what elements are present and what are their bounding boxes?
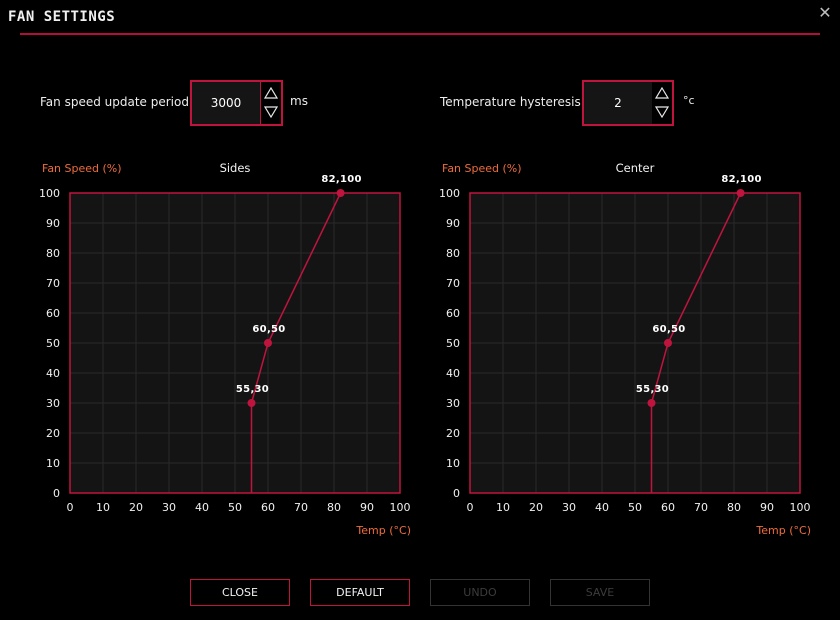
curve-point-label: 55,30 [636, 384, 669, 395]
x-tick-label: 20 [529, 501, 543, 514]
close-button[interactable]: CLOSE [190, 579, 290, 606]
curve-point [264, 339, 272, 347]
curve-point [336, 189, 345, 197]
y-tick-label: 70 [46, 277, 60, 290]
x-tick-label: 100 [790, 501, 811, 514]
y-tick-label: 90 [46, 217, 60, 230]
y-tick-label: 100 [439, 187, 460, 200]
x-axis-label: Temp (°C) [355, 524, 411, 537]
y-axis-label: Fan Speed (%) [442, 162, 522, 175]
x-tick-label: 0 [67, 501, 74, 514]
save-button[interactable]: SAVE [550, 579, 650, 606]
x-tick-label: 30 [162, 501, 176, 514]
chart-center: 0 10 20 30 40 50 60 70 80 90 100 0 10 20 30 40 50 60 70 80 9… [439, 161, 811, 537]
x-tick-label: 20 [129, 501, 143, 514]
x-tick-label: 100 [390, 501, 411, 514]
x-tick-label: 70 [294, 501, 308, 514]
curve-point-label: 60,50 [252, 324, 285, 335]
y-tick-label: 80 [46, 247, 60, 260]
default-button[interactable]: DEFAULT [310, 579, 410, 606]
x-axis-label: Temp (°C) [755, 524, 811, 537]
y-tick-label: 30 [446, 397, 460, 410]
x-tick-label: 0 [467, 501, 474, 514]
x-tick-label: 10 [96, 501, 110, 514]
curve-point [647, 399, 656, 407]
curve-point [664, 339, 672, 347]
y-tick-label: 50 [446, 337, 460, 350]
y-tick-label: 60 [446, 307, 460, 320]
y-axis-label: Fan Speed (%) [42, 162, 122, 175]
y-tick-label: 90 [446, 217, 460, 230]
y-tick-label: 20 [46, 427, 60, 440]
y-tick-label: 40 [446, 367, 460, 380]
curve-point-label: 82,100 [721, 174, 761, 185]
chart-title: Sides [220, 161, 251, 175]
curve-point-label: 60,50 [652, 324, 685, 335]
y-tick-label: 50 [46, 337, 60, 350]
x-tick-label: 40 [195, 501, 209, 514]
y-tick-label: 0 [453, 487, 460, 500]
undo-button[interactable]: UNDO [430, 579, 530, 606]
curve-point-label: 82,100 [321, 174, 361, 185]
chart-sides: 0 10 20 30 40 50 60 70 80 90 100 0 10 20 30 40 50 60 70 80 9… [39, 161, 411, 537]
fan-curve-charts: 01020304050607080901000 10 20 30 40 50 60 70 80 9… [39, 161, 811, 537]
y-tick-label: 20 [446, 427, 460, 440]
curve-point [736, 189, 745, 197]
x-tick-label: 90 [360, 501, 374, 514]
y-tick-label: 30 [46, 397, 60, 410]
x-tick-label: 80 [727, 501, 741, 514]
y-tick-label: 100 [39, 187, 60, 200]
x-tick-label: 30 [562, 501, 576, 514]
curve-point [247, 399, 256, 407]
x-tick-label: 40 [595, 501, 609, 514]
curve-point-label: 55,30 [236, 384, 269, 395]
x-tick-label: 60 [261, 501, 275, 514]
y-tick-label: 10 [446, 457, 460, 470]
y-tick-label: 60 [46, 307, 60, 320]
x-tick-label: 60 [661, 501, 675, 514]
y-tick-label: 10 [46, 457, 60, 470]
chart-title: Center [616, 161, 655, 175]
x-tick-label: 10 [496, 501, 510, 514]
x-tick-label: 50 [228, 501, 242, 514]
y-tick-label: 70 [446, 277, 460, 290]
y-tick-label: 40 [46, 367, 60, 380]
y-tick-label: 80 [446, 247, 460, 260]
y-tick-label: 0 [53, 487, 60, 500]
x-tick-label: 90 [760, 501, 774, 514]
x-tick-label: 70 [694, 501, 708, 514]
x-tick-label: 80 [327, 501, 341, 514]
x-tick-label: 50 [628, 501, 642, 514]
